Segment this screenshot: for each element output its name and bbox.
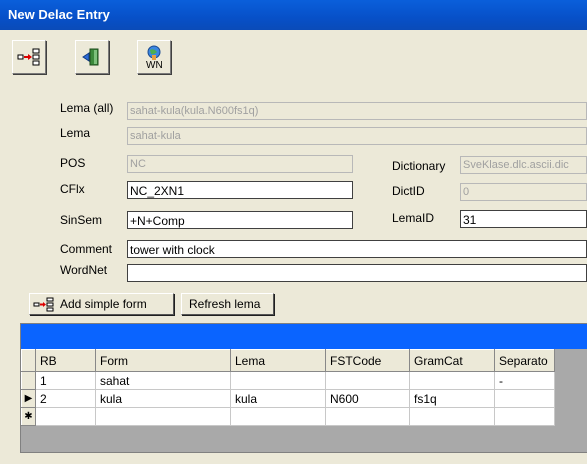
sinsem-field[interactable]: +N+Comp <box>127 211 353 229</box>
table-row-new[interactable]: ✱ <box>21 407 555 426</box>
wordnet-toolbar-button[interactable]: WN <box>137 40 171 74</box>
grid-header-row: RB Form Lema FSTCode GramCat Separato <box>21 349 555 372</box>
cell-gramcat[interactable] <box>409 407 495 426</box>
pos-field[interactable]: NC <box>127 155 353 173</box>
column-header-fstcode[interactable]: FSTCode <box>325 349 410 372</box>
cflx-field[interactable]: NC_2XN1 <box>127 181 353 199</box>
row-marker[interactable] <box>21 371 36 390</box>
forms-grid: RB Form Lema FSTCode GramCat Separato 1 … <box>20 323 587 453</box>
cell-rb[interactable] <box>35 407 96 426</box>
dictid-field[interactable]: 0 <box>460 183 587 201</box>
cell-separator[interactable] <box>494 389 555 408</box>
pos-label: POS <box>60 156 86 170</box>
cell-gramcat[interactable]: fs1q <box>409 389 495 408</box>
cell-separator[interactable]: - <box>494 371 555 390</box>
column-header-rb[interactable]: RB <box>35 349 96 372</box>
grid-caption-bar <box>21 324 587 349</box>
column-header-separator[interactable]: Separato <box>494 349 555 372</box>
cell-rb[interactable]: 1 <box>35 371 96 390</box>
cell-fstcode[interactable] <box>325 371 410 390</box>
wordnet-label: WordNet <box>60 263 108 277</box>
cell-separator[interactable] <box>494 407 555 426</box>
wn-label: WN <box>146 60 163 71</box>
column-header-lema[interactable]: Lema <box>230 349 326 372</box>
new-delac-entry-window: New Delac Entry WN Lema (all) sahat-kula… <box>0 0 587 464</box>
cell-gramcat[interactable] <box>409 371 495 390</box>
row-header-corner <box>21 349 36 372</box>
dictid-label: DictID <box>392 184 425 198</box>
lema-field[interactable]: sahat-kula <box>127 127 587 145</box>
window-title: New Delac Entry <box>8 7 110 22</box>
cell-lema[interactable] <box>230 407 326 426</box>
cell-lema[interactable] <box>230 371 326 390</box>
forms-table: RB Form Lema FSTCode GramCat Separato 1 … <box>21 349 555 426</box>
cell-fstcode[interactable]: N600 <box>325 389 410 408</box>
column-header-form[interactable]: Form <box>95 349 231 372</box>
cell-fstcode[interactable] <box>325 407 410 426</box>
cell-rb[interactable]: 2 <box>35 389 96 408</box>
add-simple-form-label: Add simple form <box>60 297 147 311</box>
sinsem-label: SinSem <box>60 213 103 227</box>
row-marker[interactable]: ▶ <box>21 389 36 408</box>
exit-door-icon <box>82 48 99 66</box>
add-simple-form-button[interactable]: Add simple form <box>29 293 174 315</box>
cflx-label: CFlx <box>60 182 85 196</box>
dictionary-label: Dictionary <box>392 159 446 173</box>
lema-all-label: Lema (all) <box>60 101 114 115</box>
new-row-marker[interactable]: ✱ <box>21 407 36 426</box>
add-form-icon <box>33 297 54 312</box>
cell-form[interactable]: sahat <box>95 371 231 390</box>
lemaid-field[interactable]: 31 <box>460 210 587 228</box>
lema-all-field[interactable]: sahat-kula(kula.N600fs1q) <box>127 102 587 120</box>
add-form-icon <box>17 48 40 66</box>
lema-label: Lema <box>60 126 91 140</box>
grid-area: RB Form Lema FSTCode GramCat Separato 1 … <box>21 349 587 452</box>
table-row[interactable]: 1 sahat - <box>21 371 555 390</box>
wordnet-field[interactable] <box>127 264 587 282</box>
exit-toolbar-button[interactable] <box>75 40 109 74</box>
comment-field[interactable]: tower with clock <box>127 240 587 258</box>
dictionary-field[interactable]: SveKlase.dlc.ascii.dic <box>460 156 587 174</box>
refresh-lema-label: Refresh lema <box>189 297 261 311</box>
column-header-gramcat[interactable]: GramCat <box>409 349 495 372</box>
comment-label: Comment <box>60 242 113 256</box>
refresh-lema-button[interactable]: Refresh lema <box>181 293 274 315</box>
lemaid-label: LemaID <box>392 211 435 225</box>
cell-lema[interactable]: kula <box>230 389 326 408</box>
cell-form[interactable]: kula <box>95 389 231 408</box>
cell-form[interactable] <box>95 407 231 426</box>
title-bar: New Delac Entry <box>0 0 587 30</box>
table-row[interactable]: ▶ 2 kula kula N600 fs1q <box>21 389 555 408</box>
add-form-toolbar-button[interactable] <box>12 40 46 74</box>
